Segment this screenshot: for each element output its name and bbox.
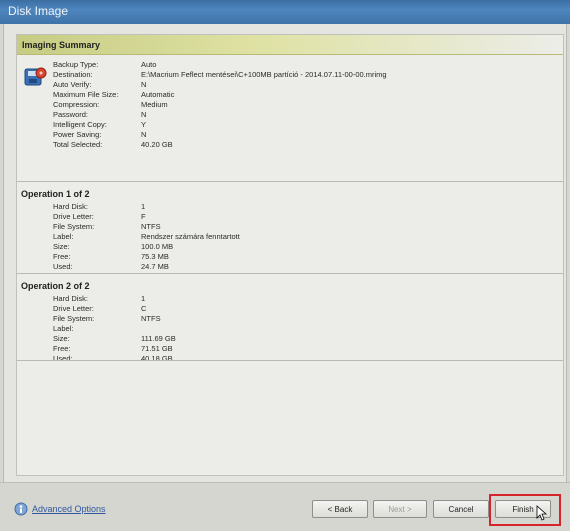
disk-image-icon: [24, 67, 47, 86]
field-label: Password:: [53, 110, 89, 119]
advanced-options-link[interactable]: Advanced Options: [32, 504, 106, 514]
field-label: Compression:: [53, 100, 100, 109]
imaging-summary-header: Imaging Summary: [17, 35, 563, 55]
field-value: E:\Macrium Feflect mentései\C+100MB part…: [141, 70, 387, 79]
button-bar: Advanced Options < Back Next > Cancel Fi…: [0, 482, 570, 531]
field-label: Drive Letter:: [53, 304, 94, 313]
field-value: N: [141, 130, 147, 139]
field-value: 75.3 MB: [141, 252, 169, 261]
field-label: Size:: [53, 334, 70, 343]
field-label: Maximum File Size:: [53, 90, 119, 99]
field-value: NTFS: [141, 314, 161, 323]
title-bar[interactable]: Disk Image: [0, 0, 570, 24]
field-label: Label:: [53, 324, 74, 333]
disk-image-window: Disk Image Imaging Summary Backup Type: A…: [0, 0, 570, 531]
field-value: C: [141, 304, 147, 313]
field-label: Backup Type:: [53, 60, 99, 69]
field-label: Size:: [53, 242, 70, 251]
field-value: Rendszer számára fenntartott: [141, 232, 240, 241]
field-value: 111.69 GB: [141, 334, 176, 343]
field-value: F: [141, 212, 146, 221]
help-icon: [14, 502, 28, 516]
field-value: NTFS: [141, 222, 161, 231]
field-value: 40.18 GB: [141, 354, 173, 363]
field-label: File System:: [53, 314, 95, 323]
field-label: Auto Verify:: [53, 80, 92, 89]
field-value: 1: [141, 202, 146, 211]
field-value: N: [141, 80, 147, 89]
divider: [17, 181, 563, 182]
imaging-summary-title: Imaging Summary: [22, 39, 101, 50]
divider: [17, 360, 563, 361]
cancel-button[interactable]: Cancel: [433, 500, 489, 518]
field-value: 40.20 GB: [141, 140, 173, 149]
field-label: Hard Disk:: [53, 294, 89, 303]
field-value: Auto: [141, 60, 157, 69]
finish-highlight-box: [489, 494, 561, 526]
field-value: 1: [141, 294, 146, 303]
field-label: Used:: [53, 354, 73, 363]
field-value: Y: [141, 120, 147, 129]
field-label: Used:: [53, 262, 73, 271]
mouse-cursor-icon: [536, 505, 548, 521]
field-value: 71.51 GB: [141, 344, 173, 353]
field-value: 24.7 MB: [141, 262, 169, 271]
field-label: Drive Letter:: [53, 212, 94, 221]
content-area: Imaging Summary Backup Type: Auto Destinat…: [3, 24, 567, 482]
field-value: N: [141, 110, 147, 119]
field-label: Total Selected:: [53, 140, 103, 149]
operation-2-heading: Operation 2 of 2: [21, 281, 90, 291]
field-label: Free:: [53, 344, 71, 353]
divider: [17, 273, 563, 274]
field-label: Label:: [53, 232, 74, 241]
field-value: Automatic: [141, 90, 175, 99]
field-label: Free:: [53, 252, 71, 261]
operation-1-heading: Operation 1 of 2: [21, 189, 90, 199]
field-value: Medium: [141, 100, 168, 109]
advanced-options[interactable]: Advanced Options: [14, 502, 106, 516]
summary-panel[interactable]: Imaging Summary Backup Type: Auto Destinat…: [16, 34, 564, 476]
field-value: 100.0 MB: [141, 242, 174, 251]
field-label: Hard Disk:: [53, 202, 89, 211]
field-label: Intelligent Copy:: [53, 120, 107, 129]
back-button[interactable]: < Back: [312, 500, 368, 518]
field-label: Power Saving:: [53, 130, 102, 139]
field-label: File System:: [53, 222, 95, 231]
field-label: Destination:: [53, 70, 93, 79]
window-title: Disk Image: [8, 4, 69, 18]
next-button[interactable]: Next >: [373, 500, 427, 518]
